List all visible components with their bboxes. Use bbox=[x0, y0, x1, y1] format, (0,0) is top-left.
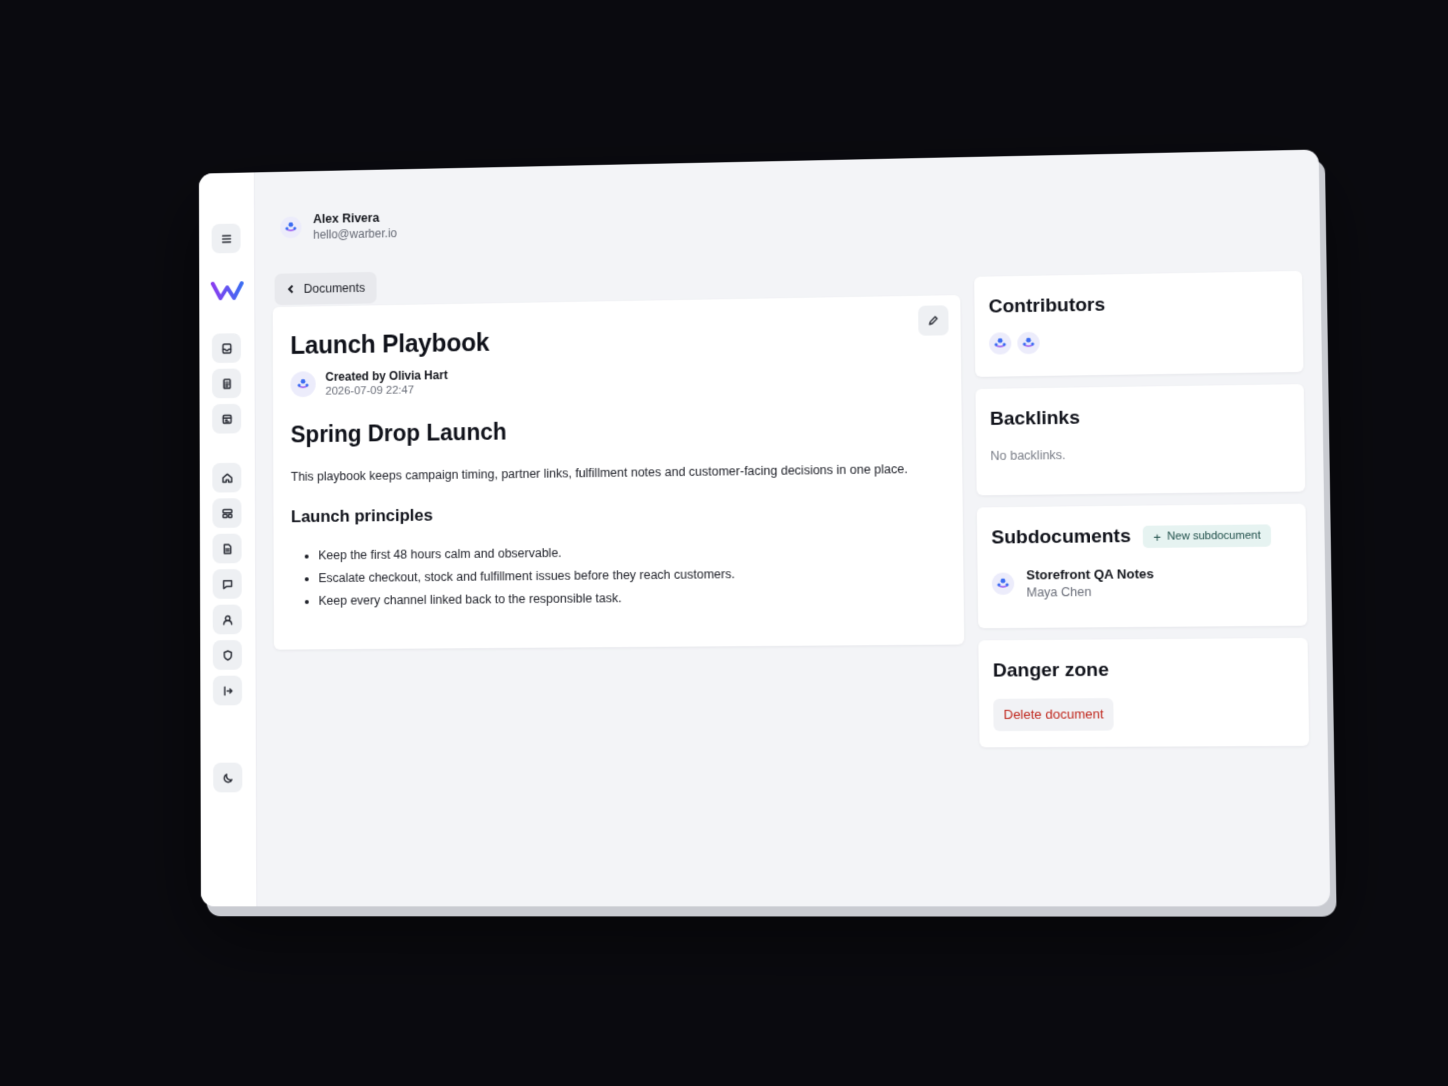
edit-button[interactable] bbox=[918, 305, 949, 336]
plus-icon: + bbox=[1153, 529, 1162, 545]
content-subheading: Launch principles bbox=[290, 505, 433, 527]
created-at: 2026-07-09 22:47 bbox=[325, 384, 414, 398]
subdocument-author: Maya Chen bbox=[1026, 584, 1092, 600]
danger-zone-panel: Danger zone Delete document bbox=[978, 637, 1310, 748]
list-item: Keep the first 48 hours calm and observa… bbox=[318, 542, 945, 562]
pencil-icon bbox=[927, 314, 939, 326]
warber-logo[interactable] bbox=[211, 278, 244, 302]
current-user[interactable]: Alex Rivera hello@warber.io bbox=[280, 211, 397, 243]
shield-icon[interactable] bbox=[212, 640, 242, 670]
avatar[interactable] bbox=[1017, 331, 1040, 355]
layout-icon[interactable] bbox=[212, 498, 242, 529]
backlinks-title: Backlinks bbox=[989, 407, 1081, 430]
subdocuments-panel: Subdocuments + New subdocument Storefron… bbox=[976, 503, 1308, 629]
document-title: Launch Playbook bbox=[290, 328, 490, 360]
back-to-documents-button[interactable]: Documents bbox=[274, 271, 377, 306]
logout-icon[interactable] bbox=[212, 675, 243, 706]
home-icon[interactable] bbox=[212, 462, 242, 493]
user-name: Alex Rivera bbox=[313, 210, 380, 226]
principles-list: Keep the first 48 hours calm and observa… bbox=[291, 542, 945, 608]
subdocument-name: Storefront QA Notes bbox=[1026, 566, 1154, 583]
danger-zone-title: Danger zone bbox=[992, 659, 1110, 682]
list-item: Escalate checkout, stock and fulfillment… bbox=[318, 565, 945, 585]
contributors-panel: Contributors bbox=[974, 270, 1304, 377]
calendar-icon[interactable] bbox=[212, 403, 242, 434]
new-subdocument-label: New subdocument bbox=[1167, 529, 1261, 543]
backlinks-empty: No backlinks. bbox=[990, 448, 1066, 464]
avatar[interactable] bbox=[988, 332, 1012, 355]
chevron-left-icon bbox=[286, 284, 296, 294]
content-intro: This playbook keeps campaign timing, par… bbox=[290, 462, 908, 484]
moon-icon[interactable] bbox=[213, 762, 243, 793]
document-icon[interactable] bbox=[212, 533, 242, 564]
contributors-title: Contributors bbox=[988, 294, 1106, 318]
contributor-avatars bbox=[988, 328, 1289, 355]
author-avatar bbox=[290, 371, 316, 398]
user-email: hello@warber.io bbox=[313, 226, 398, 242]
list-item: Keep every channel linked back to the re… bbox=[319, 588, 946, 608]
app-window: Alex Rivera hello@warber.io Documents La… bbox=[198, 149, 1331, 907]
avatar bbox=[280, 216, 302, 239]
backlinks-panel: Backlinks No backlinks. bbox=[975, 384, 1306, 496]
back-label: Documents bbox=[303, 280, 366, 296]
subdocuments-title: Subdocuments bbox=[991, 525, 1131, 549]
chat-icon[interactable] bbox=[212, 569, 242, 599]
clipboard-icon[interactable] bbox=[212, 368, 242, 399]
delete-document-button[interactable]: Delete document bbox=[993, 698, 1115, 732]
document-meta: Created by Olivia Hart 2026-07-09 22:47 bbox=[290, 360, 943, 398]
document-card: Launch Playbook Created by Olivia Hart 2… bbox=[272, 295, 965, 650]
subdocument-item[interactable]: Storefront QA Notes Maya Chen bbox=[991, 565, 1293, 600]
new-subdocument-button[interactable]: + New subdocument bbox=[1142, 524, 1272, 549]
created-by: Created by Olivia Hart bbox=[325, 368, 448, 384]
menu-icon[interactable] bbox=[211, 223, 241, 254]
inbox-icon[interactable] bbox=[211, 333, 241, 364]
user-icon[interactable] bbox=[212, 604, 242, 635]
content-heading: Spring Drop Launch bbox=[290, 418, 507, 448]
avatar bbox=[991, 572, 1015, 595]
icon-rail bbox=[198, 172, 258, 907]
